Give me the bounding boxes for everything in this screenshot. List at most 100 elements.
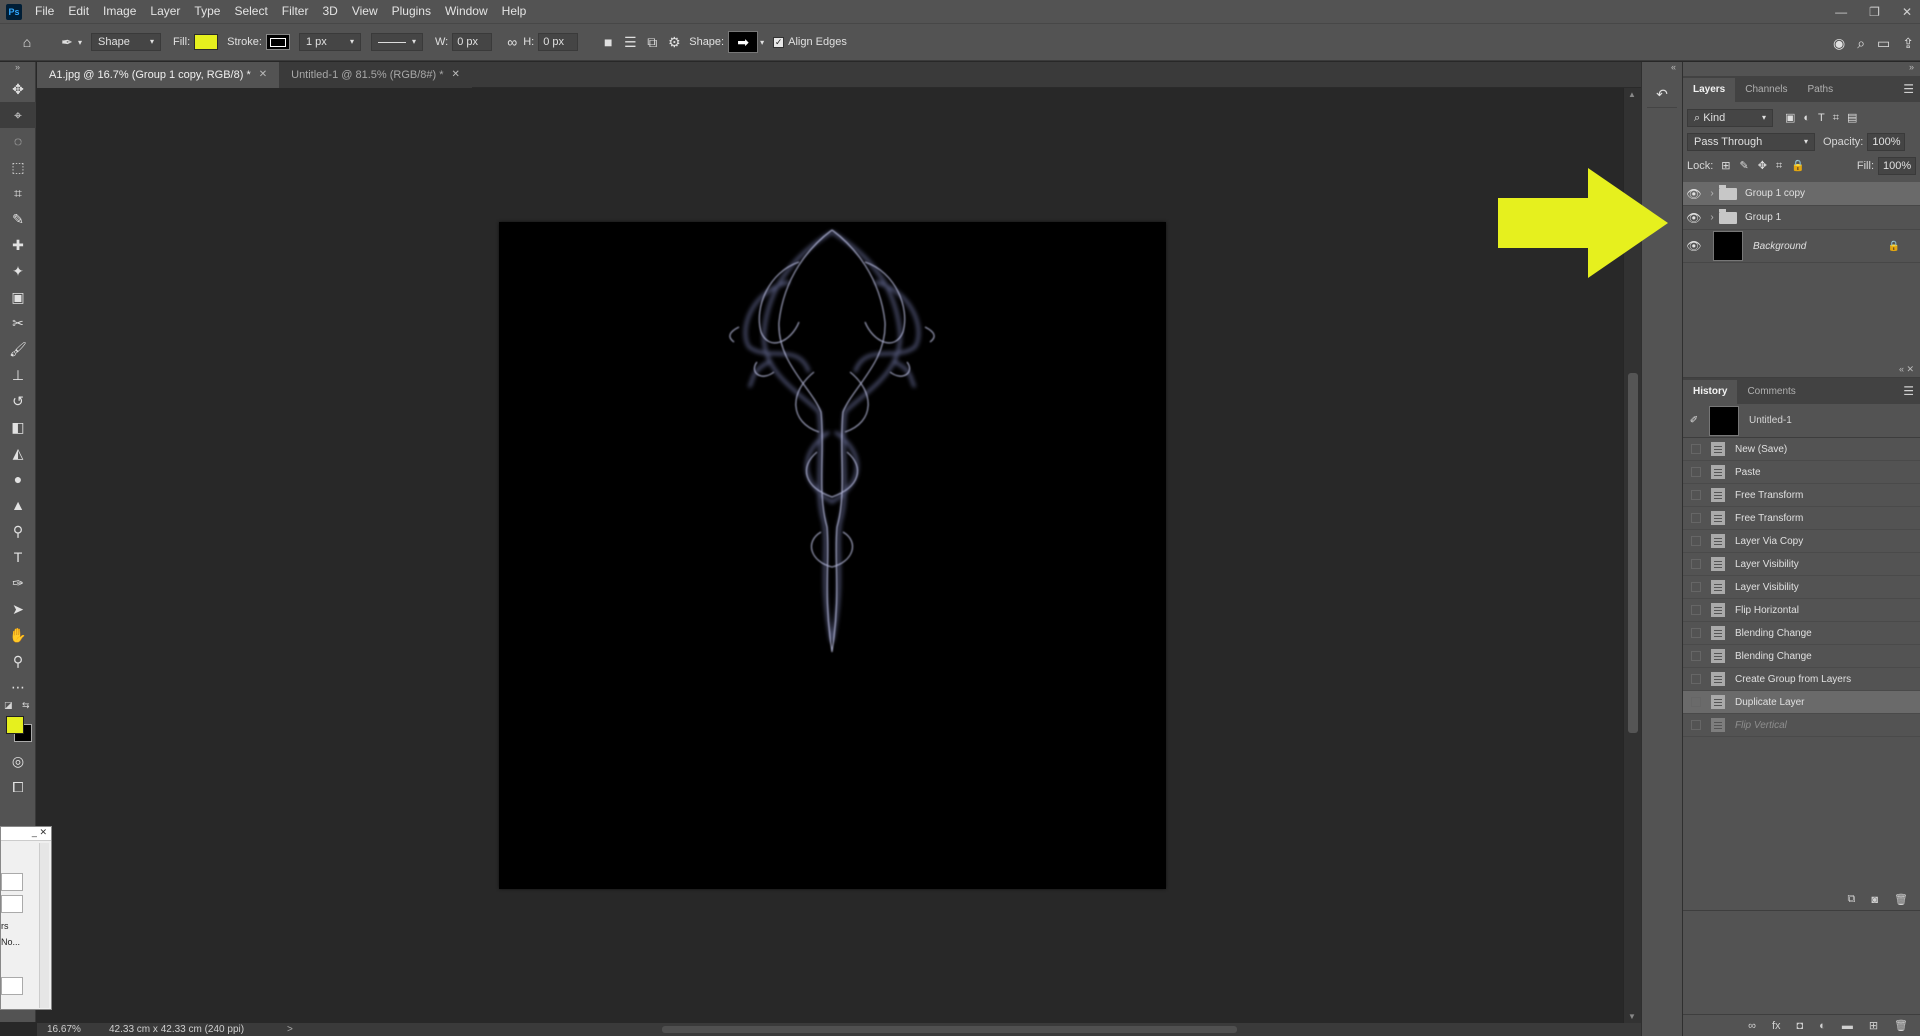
restore-icon[interactable]: ❐ (1869, 5, 1880, 19)
scroll-up-icon[interactable]: ▲ (1628, 90, 1636, 99)
menu-window[interactable]: Window (438, 0, 495, 23)
dialog-field[interactable] (1, 895, 23, 913)
panel-menu-icon[interactable]: ☰ (1903, 384, 1914, 398)
history-checkbox[interactable] (1691, 697, 1701, 707)
history-checkbox[interactable] (1691, 628, 1701, 638)
opacity-field[interactable]: 100% (1867, 133, 1906, 151)
delete-state-trash-icon[interactable]: 🗑 (1894, 893, 1908, 906)
fill-swatch[interactable] (194, 34, 219, 50)
object-selection-tool-icon[interactable]: ⬚ (0, 154, 36, 180)
history-checkbox[interactable] (1691, 674, 1701, 684)
menu-edit[interactable]: Edit (61, 0, 96, 23)
history-checkbox[interactable] (1691, 605, 1701, 615)
history-checkbox[interactable] (1691, 513, 1701, 523)
stroke-swatch[interactable] (265, 34, 290, 50)
swap-colors-icon[interactable]: ⇆ (22, 700, 30, 711)
menu-type[interactable]: Type (187, 0, 227, 23)
history-checkbox[interactable] (1691, 467, 1701, 477)
menu-help[interactable]: Help (495, 0, 534, 23)
tab-close-icon[interactable]: ✕ (452, 62, 460, 88)
lock-options-icons[interactable]: ⊞✎✥⌗🔒 (1721, 159, 1814, 173)
tab-channels[interactable]: Channels (1735, 78, 1797, 102)
history-step[interactable]: Free Transform (1683, 484, 1920, 507)
visibility-eye-icon[interactable]: 👁 (1683, 187, 1705, 201)
dialog-field[interactable] (1, 873, 23, 891)
history-brush-source-icon[interactable]: ✐ (1683, 415, 1705, 426)
workspace-icon[interactable]: ▭ (1877, 35, 1890, 52)
frame-tool-icon[interactable]: ▣ (0, 284, 36, 310)
history-checkbox[interactable] (1691, 651, 1701, 661)
visibility-eye-icon[interactable]: 👁 (1683, 211, 1705, 225)
layer-row-group-1-copy[interactable]: 👁 › Group 1 copy (1683, 182, 1920, 206)
vertical-scroll-thumb[interactable] (1628, 373, 1638, 733)
layer-filter-dropdown[interactable]: ⌕ Kind ▾ (1687, 109, 1773, 127)
close-icon[interactable]: ✕ (1902, 5, 1912, 19)
path-alignment-icon[interactable]: ☰ (619, 31, 641, 53)
menu-plugins[interactable]: Plugins (385, 0, 438, 23)
share-icon[interactable]: ⇪ (1902, 35, 1914, 52)
shape-picker-chevron-icon[interactable]: ▾ (760, 38, 764, 47)
account-icon[interactable]: ◉ (1833, 35, 1845, 52)
history-step[interactable]: Blending Change (1683, 645, 1920, 668)
history-brush-icon[interactable]: ↺ (0, 388, 36, 414)
shape-picker[interactable]: ➡ (728, 31, 759, 53)
settings-gear-icon[interactable]: ⚙ (663, 31, 685, 53)
history-checkbox[interactable] (1691, 559, 1701, 569)
tab-a1-jpg[interactable]: A1.jpg @ 16.7% (Group 1 copy, RGB/8) * ✕ (37, 62, 280, 88)
blur-tool-icon[interactable]: ● (0, 466, 36, 492)
menu-layer[interactable]: Layer (143, 0, 187, 23)
screen-mode-icon[interactable]: ⧠ (0, 774, 36, 800)
history-step[interactable]: New (Save) (1683, 438, 1920, 461)
dock-collapse-icon[interactable]: » (1683, 62, 1920, 76)
layer-row-background[interactable]: 👁 Background 🔒 (1683, 230, 1920, 263)
layer-row-group-1[interactable]: 👁 › Group 1 (1683, 206, 1920, 230)
history-step-current[interactable]: Duplicate Layer (1683, 691, 1920, 714)
default-colors-icon[interactable]: ◪ (4, 700, 13, 711)
eraser-tool-icon[interactable]: ◧ (0, 414, 36, 440)
spot-healing-tool-icon[interactable]: ✚ (0, 232, 36, 258)
dialog-minimize-icon[interactable]: _ (32, 827, 37, 837)
eyedropper-tool-icon[interactable]: ✎ (0, 206, 36, 232)
dialog-scrollbar[interactable] (39, 843, 49, 1008)
path-arrangement-icon[interactable]: ⧉ (641, 31, 663, 53)
menu-view[interactable]: View (345, 0, 385, 23)
toolbar-collapse-icon[interactable]: » (0, 62, 35, 76)
history-checkbox[interactable] (1691, 582, 1701, 592)
history-panel-icon[interactable]: ↶ (1647, 82, 1677, 108)
sharpen-tool-icon[interactable]: ▲ (0, 492, 36, 518)
dialog-field[interactable] (1, 977, 23, 995)
home-icon[interactable]: ⌂ (16, 31, 38, 53)
width-field[interactable]: 0 px (452, 33, 493, 51)
link-layers-icon[interactable]: ∞ (1748, 1020, 1756, 1032)
history-step[interactable]: Create Group from Layers (1683, 668, 1920, 691)
link-dimensions-icon[interactable]: ∞ (501, 31, 523, 53)
fill-field[interactable]: 100% (1878, 157, 1916, 175)
new-snapshot-camera-icon[interactable]: ◙ (1871, 894, 1878, 906)
canvas-area[interactable] (37, 88, 1623, 1023)
history-step[interactable]: Layer Visibility (1683, 553, 1920, 576)
quick-mask-icon[interactable]: ◎ (0, 748, 36, 774)
tab-paths[interactable]: Paths (1798, 78, 1844, 102)
strip-collapse-icon[interactable]: « (1642, 62, 1682, 76)
healing-brush-icon[interactable]: ✦ (0, 258, 36, 284)
tool-mode-dropdown[interactable]: Shape ▾ (91, 33, 162, 51)
tool-preset-picker[interactable]: ✒ ▾ (56, 31, 82, 53)
hand-tool-icon[interactable]: ✋ (0, 622, 36, 648)
panel-menu-icon[interactable]: ☰ (1903, 82, 1914, 96)
menu-select[interactable]: Select (227, 0, 274, 23)
menu-file[interactable]: File (28, 0, 61, 23)
tab-untitled-1[interactable]: Untitled-1 @ 81.5% (RGB/8#) * ✕ (279, 62, 472, 88)
adjustment-layer-icon[interactable]: ◐ (1819, 1020, 1826, 1032)
tab-layers[interactable]: Layers (1683, 78, 1736, 102)
new-document-from-state-icon[interactable]: ⧉ (1848, 893, 1856, 906)
layer-style-fx-icon[interactable]: fx (1772, 1020, 1781, 1032)
clone-stamp-icon[interactable]: ⊥ (0, 362, 36, 388)
history-step[interactable]: Paste (1683, 461, 1920, 484)
horizontal-scroll-thumb[interactable] (662, 1026, 1237, 1033)
menu-3d[interactable]: 3D (315, 0, 344, 23)
menu-filter[interactable]: Filter (275, 0, 316, 23)
zoom-level[interactable]: 16.67% (37, 1024, 87, 1035)
path-selection-icon[interactable]: ➤ (0, 596, 36, 622)
history-checkbox[interactable] (1691, 536, 1701, 546)
height-field[interactable]: 0 px (538, 33, 579, 51)
